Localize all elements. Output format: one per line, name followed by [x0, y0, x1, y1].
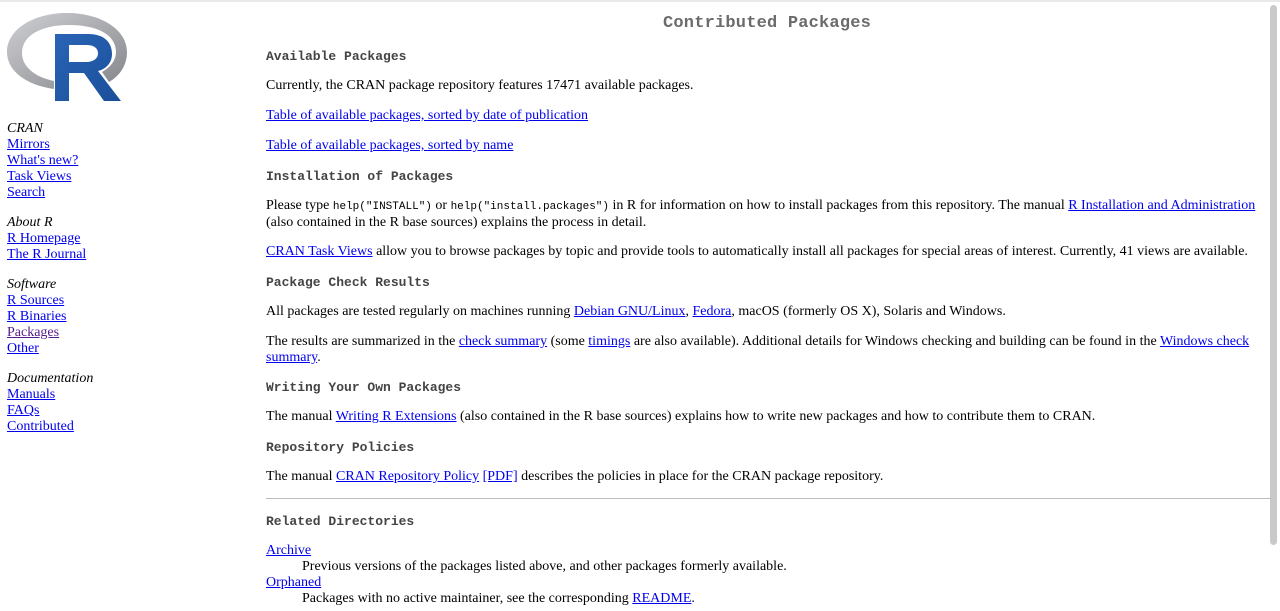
text-fragment: allow you to browse packages by topic an…	[372, 244, 1248, 259]
link-packages-by-date[interactable]: Table of available packages, sorted by d…	[266, 108, 588, 123]
check-paragraph-1: All packages are tested regularly on mac…	[266, 304, 1266, 320]
sidebar-link-r-binaries[interactable]: R Binaries	[7, 309, 67, 325]
text-fragment: in R for information on how to install p…	[609, 198, 1069, 213]
text-fragment: (some	[547, 334, 589, 349]
text-fragment: , macOS (formerly OS X), Solaris and Win…	[731, 304, 1006, 319]
sidebar-group-documentation: Documentation Manuals FAQs Contributed	[7, 371, 93, 435]
sidebar-link-r-journal[interactable]: The R Journal	[7, 247, 86, 263]
text-fragment: describes the policies in place for the …	[517, 469, 884, 484]
heading-related-directories: Related Directories	[266, 514, 415, 529]
sidebar-link-manuals[interactable]: Manuals	[7, 387, 93, 403]
link-timings[interactable]: timings	[588, 334, 630, 349]
link-archive[interactable]: Archive	[266, 543, 311, 558]
link-cran-repository-policy[interactable]: CRAN Repository Policy	[336, 469, 479, 484]
divider	[266, 498, 1272, 499]
writing-paragraph: The manual Writing R Extensions (also co…	[266, 409, 1266, 425]
sidebar-group-about-r: About R R Homepage The R Journal	[7, 215, 86, 263]
link-orphaned[interactable]: Orphaned	[266, 575, 321, 590]
link-policy-pdf[interactable]: [PDF]	[483, 469, 518, 484]
sidebar-link-search[interactable]: Search	[7, 185, 78, 201]
link-readme[interactable]: README	[632, 591, 691, 606]
link-fedora[interactable]: Fedora	[692, 304, 731, 319]
text-fragment: or	[431, 198, 451, 213]
taskviews-paragraph: CRAN Task Views allow you to browse pack…	[266, 244, 1266, 260]
sidebar-link-task-views[interactable]: Task Views	[7, 169, 78, 185]
heading-writing-packages: Writing Your Own Packages	[266, 380, 462, 395]
sidebar-link-mirrors[interactable]: Mirrors	[7, 137, 78, 153]
text-fragment: .	[691, 591, 695, 606]
sidebar-group-software: Software R Sources R Binaries Packages O…	[7, 277, 67, 357]
sidebar-link-faqs[interactable]: FAQs	[7, 403, 93, 419]
related-item-archive: Archive Previous versions of the package…	[266, 543, 1266, 575]
orphaned-description: Packages with no active maintainer, see …	[266, 591, 1266, 607]
code-install: help("INSTALL")	[332, 201, 432, 213]
text-fragment: (also contained in the R base sources) e…	[266, 215, 647, 230]
text-fragment: Packages with no active maintainer, see …	[302, 591, 633, 606]
sidebar-link-packages[interactable]: Packages	[7, 325, 67, 341]
link-r-installation-admin[interactable]: R Installation and Administration	[1068, 198, 1255, 213]
link-debian[interactable]: Debian GNU/Linux	[574, 304, 686, 319]
heading-repository-policies: Repository Policies	[266, 440, 415, 455]
available-intro: Currently, the CRAN package repository f…	[266, 78, 694, 93]
archive-description: Previous versions of the packages listed…	[302, 559, 787, 574]
sidebar-category-documentation: Documentation	[7, 371, 94, 386]
check-paragraph-2: The results are summarized in the check …	[266, 334, 1266, 366]
sidebar-link-other[interactable]: Other	[7, 341, 67, 357]
link-check-summary[interactable]: check summary	[459, 334, 547, 349]
text-fragment: Please type	[266, 198, 333, 213]
link-cran-task-views[interactable]: CRAN Task Views	[266, 244, 373, 259]
heading-check-results: Package Check Results	[266, 275, 430, 290]
link-writing-r-extensions[interactable]: Writing R Extensions	[336, 409, 457, 424]
text-fragment: (also contained in the R base sources) e…	[456, 409, 1096, 424]
page-title: Contributed Packages	[663, 14, 872, 33]
vertical-scrollbar[interactable]	[1270, 5, 1277, 545]
text-fragment: are also available). Additional details …	[630, 334, 1160, 349]
link-row-by-name: Table of available packages, sorted by n…	[266, 138, 1266, 154]
sidebar: CRAN Mirrors What's new? Task Views Sear…	[0, 0, 180, 611]
link-row-by-date: Table of available packages, sorted by d…	[266, 108, 1266, 124]
sidebar-category-software: Software	[7, 277, 57, 292]
sidebar-link-contributed[interactable]: Contributed	[7, 419, 93, 435]
top-border	[0, 0, 1280, 2]
sidebar-group-cran: CRAN Mirrors What's new? Task Views Sear…	[7, 121, 78, 201]
policies-paragraph: The manual CRAN Repository Policy [PDF] …	[266, 469, 1266, 485]
heading-installation: Installation of Packages	[266, 169, 454, 184]
sidebar-category-about-r: About R	[7, 215, 53, 230]
code-install-packages: help("install.packages")	[450, 201, 610, 213]
text-fragment: The manual	[266, 409, 336, 424]
link-packages-by-name[interactable]: Table of available packages, sorted by n…	[266, 138, 513, 153]
text-fragment: The manual	[266, 469, 336, 484]
related-item-orphaned: Orphaned Packages with no active maintai…	[266, 575, 1266, 607]
sidebar-category-cran: CRAN	[7, 121, 43, 136]
sidebar-link-r-sources[interactable]: R Sources	[7, 293, 67, 309]
r-logo-icon[interactable]	[6, 10, 128, 102]
sidebar-link-r-homepage[interactable]: R Homepage	[7, 231, 86, 247]
text-fragment: .	[317, 350, 321, 365]
installation-paragraph: Please type help("INSTALL") or help("ins…	[266, 198, 1266, 231]
text-fragment: All packages are tested regularly on mac…	[266, 304, 574, 319]
heading-available-packages: Available Packages	[266, 49, 407, 64]
sidebar-link-whats-new[interactable]: What's new?	[7, 153, 78, 169]
text-fragment: The results are summarized in the	[266, 334, 459, 349]
